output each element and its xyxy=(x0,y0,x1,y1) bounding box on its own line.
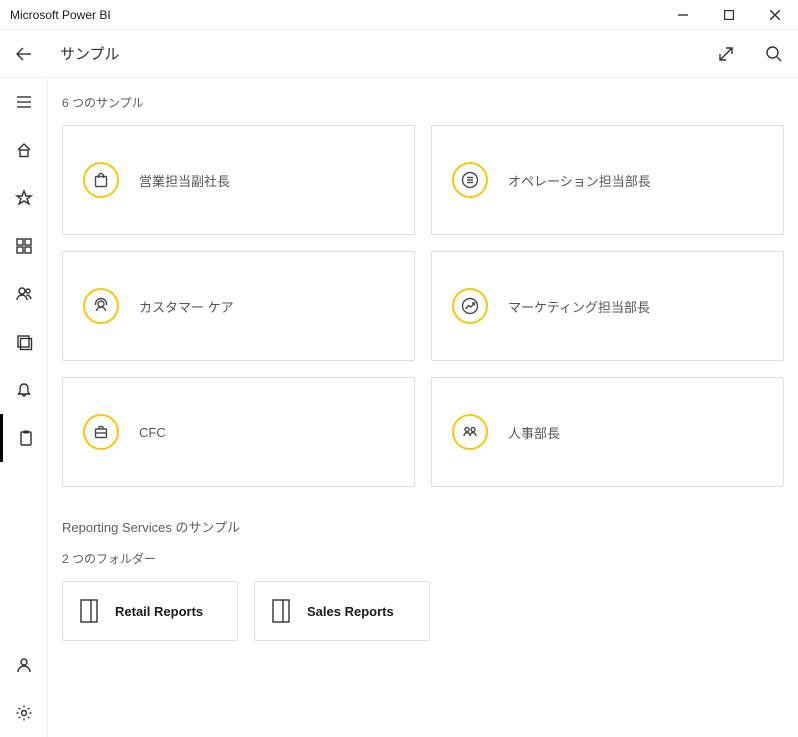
search-button[interactable] xyxy=(750,30,798,78)
sample-card-label: 人事部長 xyxy=(508,423,560,442)
window-title: Microsoft Power BI xyxy=(10,8,111,22)
sample-card-cfc[interactable]: CFC xyxy=(62,377,415,487)
expand-icon xyxy=(717,45,735,63)
headset-icon xyxy=(83,288,119,324)
bell-icon xyxy=(15,381,33,399)
sample-card-label: マーケティング担当部長 xyxy=(508,297,650,316)
nav-settings-button[interactable] xyxy=(0,689,48,737)
nav-hamburger-button[interactable] xyxy=(0,78,48,126)
home-icon xyxy=(15,141,33,159)
report-icon xyxy=(79,598,101,624)
search-icon xyxy=(765,45,783,63)
list-icon xyxy=(452,162,488,198)
window-close-button[interactable] xyxy=(752,0,798,30)
star-icon xyxy=(15,189,33,207)
back-arrow-icon xyxy=(15,45,33,63)
workspace-icon xyxy=(15,333,33,351)
titlebar: Microsoft Power BI xyxy=(0,0,798,30)
nav-favorites-button[interactable] xyxy=(0,174,48,222)
report-icon xyxy=(271,598,293,624)
top-bar: サンプル xyxy=(0,30,798,78)
window-minimize-button[interactable] xyxy=(660,0,706,30)
nav-notifications-button[interactable] xyxy=(0,366,48,414)
folders-count-label: 2 つのフォルダー xyxy=(62,550,784,567)
shopping-bag-icon xyxy=(83,162,119,198)
window-maximize-button[interactable] xyxy=(706,0,752,30)
person-icon xyxy=(15,656,33,674)
hamburger-icon xyxy=(15,93,33,111)
folder-card-retail[interactable]: Retail Reports xyxy=(62,581,238,641)
nav-rail xyxy=(0,78,48,737)
sample-card-label: カスタマー ケア xyxy=(139,297,234,316)
page-title: サンプル xyxy=(48,43,120,64)
team-icon xyxy=(452,414,488,450)
folder-card-sales[interactable]: Sales Reports xyxy=(254,581,430,641)
back-button[interactable] xyxy=(0,30,48,78)
sample-card-marketing[interactable]: マーケティング担当部長 xyxy=(431,251,784,361)
gear-icon xyxy=(15,704,33,722)
nav-account-button[interactable] xyxy=(0,641,48,689)
window-controls xyxy=(660,0,798,30)
samples-count-label: 6 つのサンプル xyxy=(62,94,784,111)
nav-shared-button[interactable] xyxy=(0,270,48,318)
sample-card-sales-vp[interactable]: 営業担当副社長 xyxy=(62,125,415,235)
briefcase-icon xyxy=(83,414,119,450)
reporting-header: Reporting Services のサンプル xyxy=(62,517,784,536)
sample-card-label: CFC xyxy=(139,425,166,440)
sample-card-customer-care[interactable]: カスタマー ケア xyxy=(62,251,415,361)
folder-label: Sales Reports xyxy=(307,604,394,619)
sample-card-label: 営業担当副社長 xyxy=(139,171,230,190)
nav-workspaces-button[interactable] xyxy=(0,318,48,366)
trend-chart-icon xyxy=(452,288,488,324)
clipboard-icon xyxy=(17,429,35,447)
nav-samples-button[interactable] xyxy=(0,414,48,462)
folder-label: Retail Reports xyxy=(115,604,203,619)
content-area: 6 つのサンプル 営業担当副社長 オペレーション担当部長 xyxy=(48,78,798,737)
sample-card-operations[interactable]: オペレーション担当部長 xyxy=(431,125,784,235)
apps-icon xyxy=(15,237,33,255)
nav-apps-button[interactable] xyxy=(0,222,48,270)
expand-button[interactable] xyxy=(702,30,750,78)
nav-home-button[interactable] xyxy=(0,126,48,174)
sample-card-label: オペレーション担当部長 xyxy=(508,171,651,190)
sample-card-hr[interactable]: 人事部長 xyxy=(431,377,784,487)
people-icon xyxy=(15,285,33,303)
